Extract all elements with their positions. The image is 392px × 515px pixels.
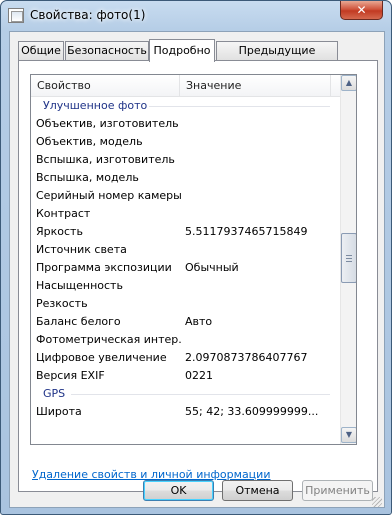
- file-icon: [8, 8, 24, 23]
- title-bar[interactable]: Свойства: фото(1) ✕: [1, 1, 391, 31]
- property-name: Объектив, модель: [36, 135, 143, 148]
- column-header-value[interactable]: Значение: [180, 75, 330, 97]
- scroll-down-arrow-icon[interactable]: ▼: [341, 427, 356, 443]
- vertical-scrollbar[interactable]: ▲ ▼: [340, 75, 356, 444]
- property-row[interactable]: Контраст: [31, 205, 340, 223]
- property-row[interactable]: Вспышка, изготовитель: [31, 151, 340, 169]
- grip-line: [346, 255, 352, 256]
- tab-previous-versions[interactable]: Предыдущие версии: [216, 41, 338, 74]
- group-title: Улучшенное фото: [43, 99, 148, 112]
- property-name: Версия EXIF: [36, 369, 105, 382]
- tab-security[interactable]: Безопасность: [65, 41, 149, 60]
- property-name: Программа экспозиции: [36, 261, 172, 274]
- property-row[interactable]: Версия EXIF 0221: [31, 367, 340, 385]
- property-row[interactable]: Объектив, модель: [31, 133, 340, 151]
- scroll-up-arrow-icon[interactable]: ▲: [341, 75, 356, 91]
- group-header: Улучшенное фото: [31, 97, 340, 115]
- property-rows: Улучшенное фото Объектив, изготовитель О…: [31, 97, 340, 421]
- property-name: Баланс белого: [36, 315, 121, 328]
- dialog-client-area: Общие Безопасность Подробно Предыдущие в…: [9, 31, 385, 508]
- list-header: Свойство Значение: [31, 75, 340, 97]
- resize-grip[interactable]: [372, 497, 382, 507]
- property-name: Источник света: [36, 243, 127, 256]
- column-divider[interactable]: [330, 75, 331, 97]
- group-title: GPS: [43, 387, 66, 400]
- property-name: Яркость: [36, 225, 83, 238]
- property-name: Фотометрическая интер...: [36, 333, 181, 346]
- scrollbar-thumb[interactable]: [341, 233, 356, 283]
- properties-window: Свойства: фото(1) ✕ Общие Безопасность П…: [0, 0, 392, 515]
- property-row[interactable]: Резкость: [31, 295, 340, 313]
- group-header: GPS: [31, 385, 340, 403]
- property-value[interactable]: Обычный: [185, 259, 337, 277]
- property-value[interactable]: 55; 42; 33.609999999...: [185, 403, 337, 421]
- grip-line: [346, 261, 352, 262]
- property-value[interactable]: Авто: [185, 313, 337, 331]
- grip-line: [346, 258, 352, 259]
- property-row[interactable]: Программа экспозиции Обычный: [31, 259, 340, 277]
- apply-button[interactable]: Применить: [302, 480, 373, 501]
- property-name: Серийный номер камеры: [36, 189, 181, 202]
- property-list: Свойство Значение Улучшенное фото Объект…: [30, 74, 357, 445]
- cancel-button[interactable]: Отмена: [222, 480, 293, 501]
- property-value[interactable]: 2.0970873786407767: [185, 349, 337, 367]
- property-name: Вспышка, изготовитель: [36, 153, 175, 166]
- property-row[interactable]: Цифровое увеличение 2.0970873786407767: [31, 349, 340, 367]
- property-name: Широта: [36, 405, 82, 418]
- group-separator: [71, 394, 330, 395]
- group-separator: [149, 106, 330, 107]
- ok-button[interactable]: OK: [143, 480, 214, 501]
- property-row[interactable]: Насыщенность: [31, 277, 340, 295]
- details-panel: Свойство Значение Улучшенное фото Объект…: [18, 60, 378, 492]
- property-value[interactable]: 5.5117937465715849: [185, 223, 337, 241]
- property-name: Объектив, изготовитель: [36, 117, 179, 130]
- property-row[interactable]: Яркость 5.5117937465715849: [31, 223, 340, 241]
- property-name: Контраст: [36, 207, 91, 220]
- property-row[interactable]: Вспышка, модель: [31, 169, 340, 187]
- property-row[interactable]: Широта 55; 42; 33.609999999...: [31, 403, 340, 421]
- property-value[interactable]: 0221: [185, 367, 337, 385]
- window-title: Свойства: фото(1): [30, 8, 146, 22]
- property-row[interactable]: Источник света: [31, 241, 340, 259]
- tab-strip: Общие Безопасность Подробно Предыдущие в…: [18, 39, 378, 74]
- property-row[interactable]: Фотометрическая интер...: [31, 331, 340, 349]
- close-button[interactable]: ✕: [340, 1, 383, 20]
- column-header-property[interactable]: Свойство: [31, 75, 179, 97]
- property-name: Вспышка, модель: [36, 171, 139, 184]
- property-row[interactable]: Объектив, изготовитель: [31, 115, 340, 133]
- property-name: Резкость: [36, 297, 88, 310]
- tab-general[interactable]: Общие: [18, 41, 64, 60]
- property-row[interactable]: Баланс белого Авто: [31, 313, 340, 331]
- tab-details[interactable]: Подробно: [149, 39, 215, 62]
- property-name: Насыщенность: [36, 279, 123, 292]
- property-row[interactable]: Серийный номер камеры: [31, 187, 340, 205]
- property-name: Цифровое увеличение: [36, 351, 167, 364]
